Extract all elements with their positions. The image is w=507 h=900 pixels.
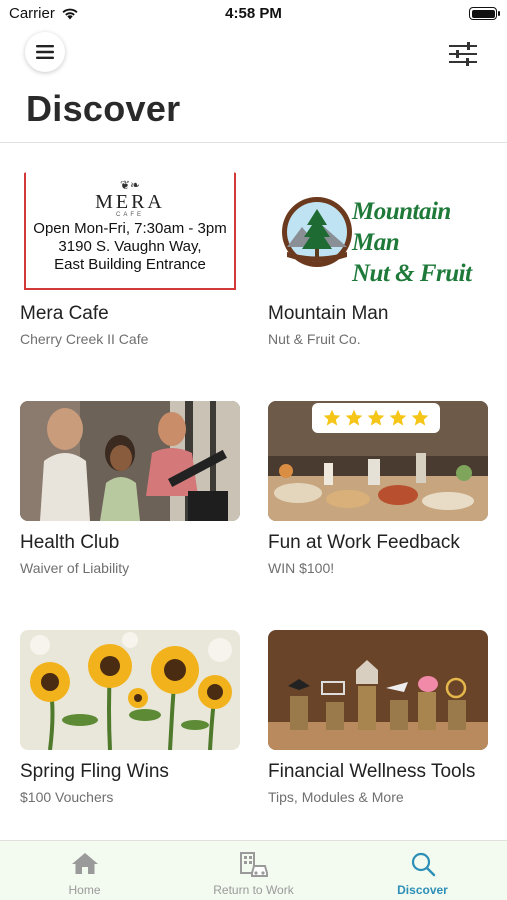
card-subtitle: Cherry Creek II Cafe bbox=[20, 331, 149, 347]
tab-return-to-work[interactable]: Return to Work bbox=[169, 841, 338, 900]
menu-button[interactable] bbox=[25, 32, 65, 72]
building-car-icon bbox=[239, 852, 268, 877]
bottom-tab-bar: Home Return to Work Discover bbox=[0, 840, 507, 900]
food-spread-photo bbox=[268, 401, 488, 521]
tab-home[interactable]: Home bbox=[0, 841, 169, 900]
status-time: 4:58 PM bbox=[225, 5, 282, 22]
laurel-crest-icon: ❦❧ bbox=[119, 178, 141, 192]
tab-label: Home bbox=[68, 883, 101, 897]
home-icon bbox=[71, 853, 98, 874]
discover-card-health-club[interactable]: Health Club Waiver of Liability bbox=[20, 401, 240, 577]
card-subtitle: Waiver of Liability bbox=[20, 560, 130, 576]
discover-card-mera-cafe[interactable]: ❦❧ MERA CAFE Open Mon-Fri, 7:30am - 3pm … bbox=[20, 172, 240, 348]
star-icon bbox=[411, 409, 429, 426]
card-title: Mountain Man bbox=[268, 303, 389, 324]
logo-line-1: Mountain Man bbox=[352, 198, 451, 256]
card-subtitle: Nut & Fruit Co. bbox=[268, 331, 361, 347]
status-bar: Carrier 4:58 PM bbox=[0, 0, 507, 28]
five-star-rating bbox=[312, 403, 440, 433]
discover-card-mountain-man[interactable]: Mountain Man Nut & Fruit Co.® Mountain M… bbox=[268, 172, 488, 348]
card-title: Health Club bbox=[20, 532, 120, 553]
tab-discover[interactable]: Discover bbox=[338, 841, 507, 900]
mera-hours: Open Mon-Fri, 7:30am - 3pm bbox=[33, 220, 227, 237]
star-icon bbox=[367, 409, 385, 426]
mera-address: 3190 S. Vaughn Way, bbox=[58, 238, 202, 255]
star-icon bbox=[389, 409, 407, 426]
card-subtitle: Tips, Modules & More bbox=[268, 789, 404, 805]
health-club-photo bbox=[20, 401, 240, 521]
discover-card-spring-fling-wins[interactable]: Spring Fling Wins $100 Vouchers bbox=[20, 630, 240, 806]
discover-card-fun-at-work-feedback[interactable]: Fun at Work Feedback WIN $100! bbox=[268, 401, 488, 577]
card-title: Financial Wellness Tools bbox=[268, 761, 476, 782]
mera-logo-subtext: CAFE bbox=[115, 212, 144, 218]
mera-entrance: East Building Entrance bbox=[54, 256, 206, 273]
tab-label: Discover bbox=[397, 883, 448, 897]
tab-label: Return to Work bbox=[213, 883, 294, 897]
card-subtitle: WIN $100! bbox=[268, 560, 335, 576]
star-icon bbox=[323, 409, 341, 426]
page-title: Discover bbox=[26, 88, 181, 129]
card-subtitle: $100 Vouchers bbox=[20, 789, 114, 805]
logo-line-2: Nut & Fruit Co. bbox=[352, 260, 472, 287]
logo-line-2-wrap: Nut & Fruit Co.® bbox=[352, 258, 488, 292]
pine-tree-emblem-icon bbox=[282, 197, 352, 267]
star-icon bbox=[345, 409, 363, 426]
search-icon bbox=[411, 852, 435, 877]
mountain-man-logo-image: Mountain Man Nut & Fruit Co.® bbox=[268, 172, 488, 292]
mera-cafe-image: ❦❧ MERA CAFE Open Mon-Fri, 7:30am - 3pm … bbox=[20, 172, 240, 292]
mountain-man-logo-text: Mountain Man Nut & Fruit Co.® bbox=[352, 196, 488, 292]
card-title: Fun at Work Feedback bbox=[268, 532, 460, 553]
battery-icon bbox=[469, 7, 500, 20]
filter-button[interactable] bbox=[444, 38, 482, 70]
card-title: Spring Fling Wins bbox=[20, 761, 169, 782]
sunflowers-photo bbox=[20, 630, 240, 750]
mera-logo-text: MERA bbox=[95, 191, 165, 213]
coin-stacks-photo bbox=[268, 630, 488, 750]
card-title: Mera Cafe bbox=[20, 303, 109, 324]
hamburger-menu-icon bbox=[36, 45, 54, 59]
header-divider bbox=[0, 142, 507, 143]
sliders-filter-icon bbox=[449, 42, 477, 66]
discover-card-financial-wellness-tools[interactable]: Financial Wellness Tools Tips, Modules &… bbox=[268, 630, 488, 806]
